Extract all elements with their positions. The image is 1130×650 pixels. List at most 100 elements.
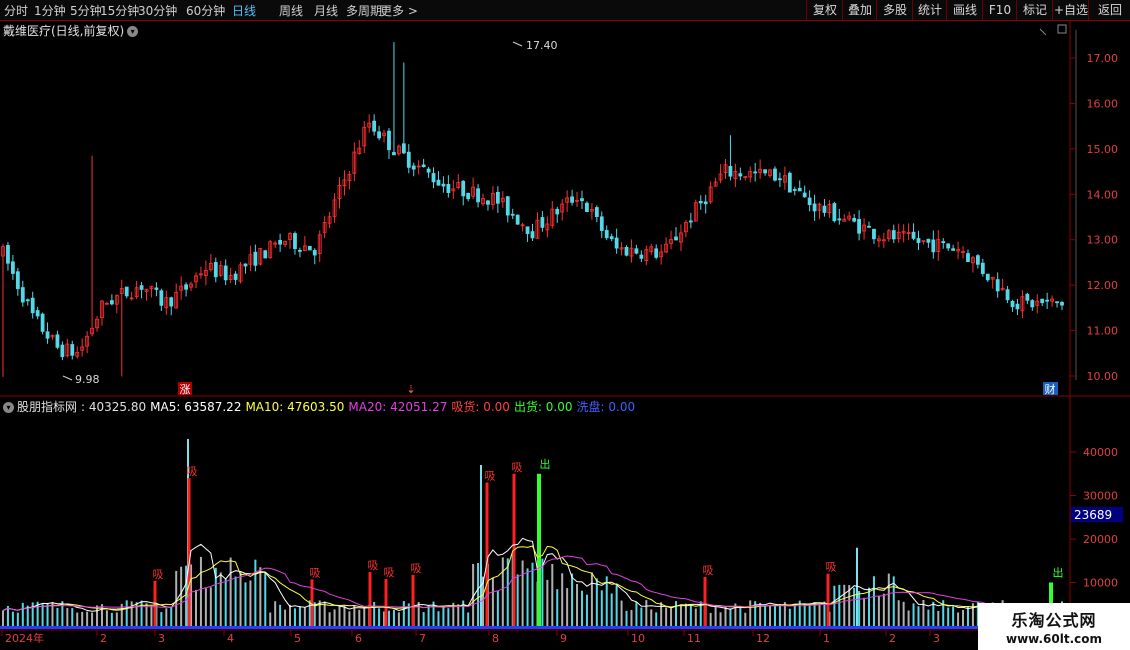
volume-bar: [739, 606, 742, 626]
window-icon: [1057, 24, 1067, 34]
candle-body: [446, 184, 451, 194]
volume-bar: [966, 606, 969, 626]
candle-body: [792, 189, 797, 191]
candle-body: [1015, 303, 1020, 310]
candle-body: [293, 233, 297, 249]
event-arrow-label: ⇣: [406, 383, 415, 396]
watermark-logo: 乐淘公式网 www.60lt.com: [978, 603, 1130, 650]
volume-bar: [902, 601, 905, 626]
xi-signal-bar: [310, 579, 314, 626]
price-axis-label: 13.00: [1087, 234, 1119, 247]
candle-body: [703, 201, 708, 205]
chevron-down-icon[interactable]: ▾: [3, 402, 14, 413]
volume-bar: [769, 605, 772, 626]
xi-signal-label: 吸: [187, 465, 198, 478]
volume-bar: [402, 600, 405, 626]
candle-body: [515, 214, 520, 225]
candle-body: [738, 173, 743, 177]
volume-bar: [170, 606, 173, 626]
candle-body: [298, 249, 302, 252]
date-axis-label: 2: [100, 632, 107, 645]
volume-bar: [600, 590, 603, 626]
low-marker: [62, 375, 73, 381]
volume-bar: [150, 605, 153, 626]
volume-bar: [585, 594, 588, 626]
volume-bar: [378, 608, 381, 626]
indicator-name: 股朋指标网: [17, 400, 78, 414]
indicator-bar: ▾ 股朋指标网: 40325.80 MA5: 63587.22 MA10: 47603…: [3, 398, 639, 415]
price-axis-label: 11.00: [1087, 325, 1119, 338]
volume-bar: [224, 579, 227, 626]
volume-bar: [21, 602, 24, 626]
volume-bar: [640, 607, 643, 626]
candle-body: [1040, 298, 1045, 304]
price-low-label: 9.98: [75, 373, 100, 386]
xi-signal-label: 吸: [512, 461, 523, 474]
kline-chart[interactable]: 17.00 16.00 15.00 14.00 13.00 12.00 11.00 10.00…: [0, 0, 1130, 650]
candle-body: [401, 143, 406, 154]
candle-body: [466, 192, 471, 200]
candle-body: [837, 218, 842, 221]
volume-bar: [670, 608, 673, 626]
volume-bar: [279, 604, 282, 626]
candle-body: [530, 231, 535, 239]
price-axis-label: 12.00: [1087, 279, 1119, 292]
volume-bar: [531, 562, 534, 626]
volume-bar: [561, 573, 564, 626]
volume-bar: [952, 606, 955, 626]
price-axis-label: 14.00: [1087, 188, 1119, 201]
candle-body: [872, 228, 876, 240]
price-axis-label: 16.00: [1087, 97, 1119, 110]
candle-body: [951, 248, 956, 251]
volume-bar: [358, 609, 361, 626]
xipan-baseline: [0, 626, 980, 629]
candle-body: [233, 273, 238, 280]
candle-body: [802, 192, 807, 198]
volume-bar: [140, 600, 143, 626]
volume-bar: [843, 584, 846, 626]
date-axis-label: 1: [823, 632, 830, 645]
volume-bar: [877, 596, 880, 626]
xi-signal-label: 吸: [485, 469, 496, 482]
candle-body: [45, 331, 50, 339]
candle-body: [688, 220, 693, 223]
date-axis-label: 5: [294, 632, 301, 645]
volume-bar: [764, 606, 767, 626]
volume-bar: [209, 587, 212, 626]
volume-bar: [526, 568, 529, 626]
volume-bar: [392, 609, 395, 626]
volume-bar: [491, 577, 494, 626]
volume-bar: [56, 607, 59, 626]
candle-body: [787, 172, 792, 193]
volume-bar: [244, 582, 247, 626]
volume-bar: [887, 573, 890, 626]
ma5-value: MA5: 63587.22: [150, 400, 242, 414]
xi-signal-label: 吸: [411, 562, 422, 575]
volume-bar: [135, 602, 138, 626]
candle-body: [832, 203, 837, 222]
logo-line1: 乐淘公式网: [1011, 611, 1097, 630]
volume-bar: [566, 588, 569, 626]
candle-body: [55, 334, 60, 348]
candle-body: [980, 262, 985, 274]
volume-bar: [665, 607, 668, 626]
candle-body: [1025, 293, 1030, 301]
volume-bar: [521, 560, 524, 626]
candle-body: [614, 237, 619, 249]
volume-bar: [165, 608, 168, 626]
volume-axis-label: 30000: [1083, 490, 1118, 503]
volume-bar: [269, 612, 272, 626]
candle-body: [387, 130, 391, 151]
volume-bar: [882, 593, 885, 626]
volume-bar: [115, 612, 118, 626]
volume-bar: [16, 612, 19, 626]
candle-body: [30, 297, 35, 314]
candle-body: [931, 239, 936, 253]
volume-bar: [813, 602, 816, 626]
chu-signal-bar: [537, 473, 541, 626]
xi-signal-bar: [384, 579, 388, 626]
volume-bar: [457, 604, 460, 626]
candle-body: [812, 203, 817, 212]
candle-body: [223, 265, 228, 281]
ma20-value: MA20: 42051.27: [348, 400, 448, 414]
